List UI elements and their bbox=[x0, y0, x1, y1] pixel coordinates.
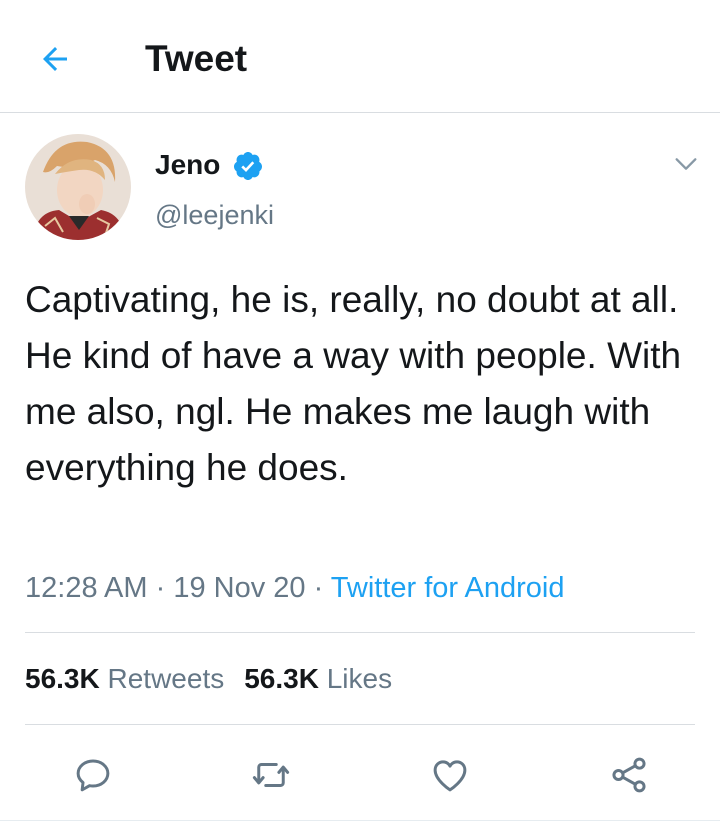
tweet-stats: 56.3K Retweets 56.3K Likes bbox=[25, 662, 392, 696]
likes-count: 56.3K bbox=[244, 663, 319, 694]
meta-separator: · bbox=[305, 572, 331, 604]
likes-label: Likes bbox=[326, 663, 393, 694]
avatar[interactable] bbox=[25, 134, 131, 240]
divider bbox=[25, 632, 695, 633]
chevron-down-icon[interactable] bbox=[672, 150, 700, 178]
tweet-time: 12:28 AM bbox=[25, 572, 148, 604]
back-button[interactable] bbox=[34, 38, 76, 80]
tweet-text: Captivating, he is, really, no doubt at … bbox=[25, 279, 682, 488]
divider bbox=[25, 724, 695, 725]
like-icon bbox=[433, 760, 467, 792]
action-bar bbox=[0, 744, 720, 804]
retweets-count: 56.3K bbox=[25, 663, 100, 694]
reply-icon bbox=[76, 759, 110, 792]
share-icon bbox=[612, 757, 646, 793]
retweets-stat[interactable]: 56.3K Retweets bbox=[25, 663, 224, 694]
tweet-meta: 12:28 AM · 19 Nov 20 · Twitter for Andro… bbox=[25, 570, 564, 606]
retweets-label: Retweets bbox=[107, 663, 225, 694]
app-header: Tweet bbox=[0, 0, 720, 113]
divider bbox=[0, 820, 720, 821]
like-button[interactable] bbox=[427, 752, 473, 798]
author-handle[interactable]: @leejenki bbox=[155, 198, 274, 232]
reply-button[interactable] bbox=[70, 752, 116, 798]
page-title: Tweet bbox=[145, 38, 248, 79]
retweet-icon bbox=[252, 763, 290, 787]
likes-stat[interactable]: 56.3K Likes bbox=[244, 663, 392, 694]
tweet-date: 19 Nov 20 bbox=[173, 572, 306, 604]
profile-photo-icon bbox=[25, 134, 131, 240]
meta-separator: · bbox=[147, 572, 174, 604]
arrow-left-icon bbox=[43, 47, 67, 71]
retweet-button[interactable] bbox=[248, 752, 294, 798]
verified-badge-icon bbox=[233, 152, 262, 180]
tweet-source-link[interactable]: Twitter for Android bbox=[331, 572, 565, 604]
share-button[interactable] bbox=[606, 752, 652, 798]
author-name[interactable]: Jeno bbox=[155, 148, 220, 182]
